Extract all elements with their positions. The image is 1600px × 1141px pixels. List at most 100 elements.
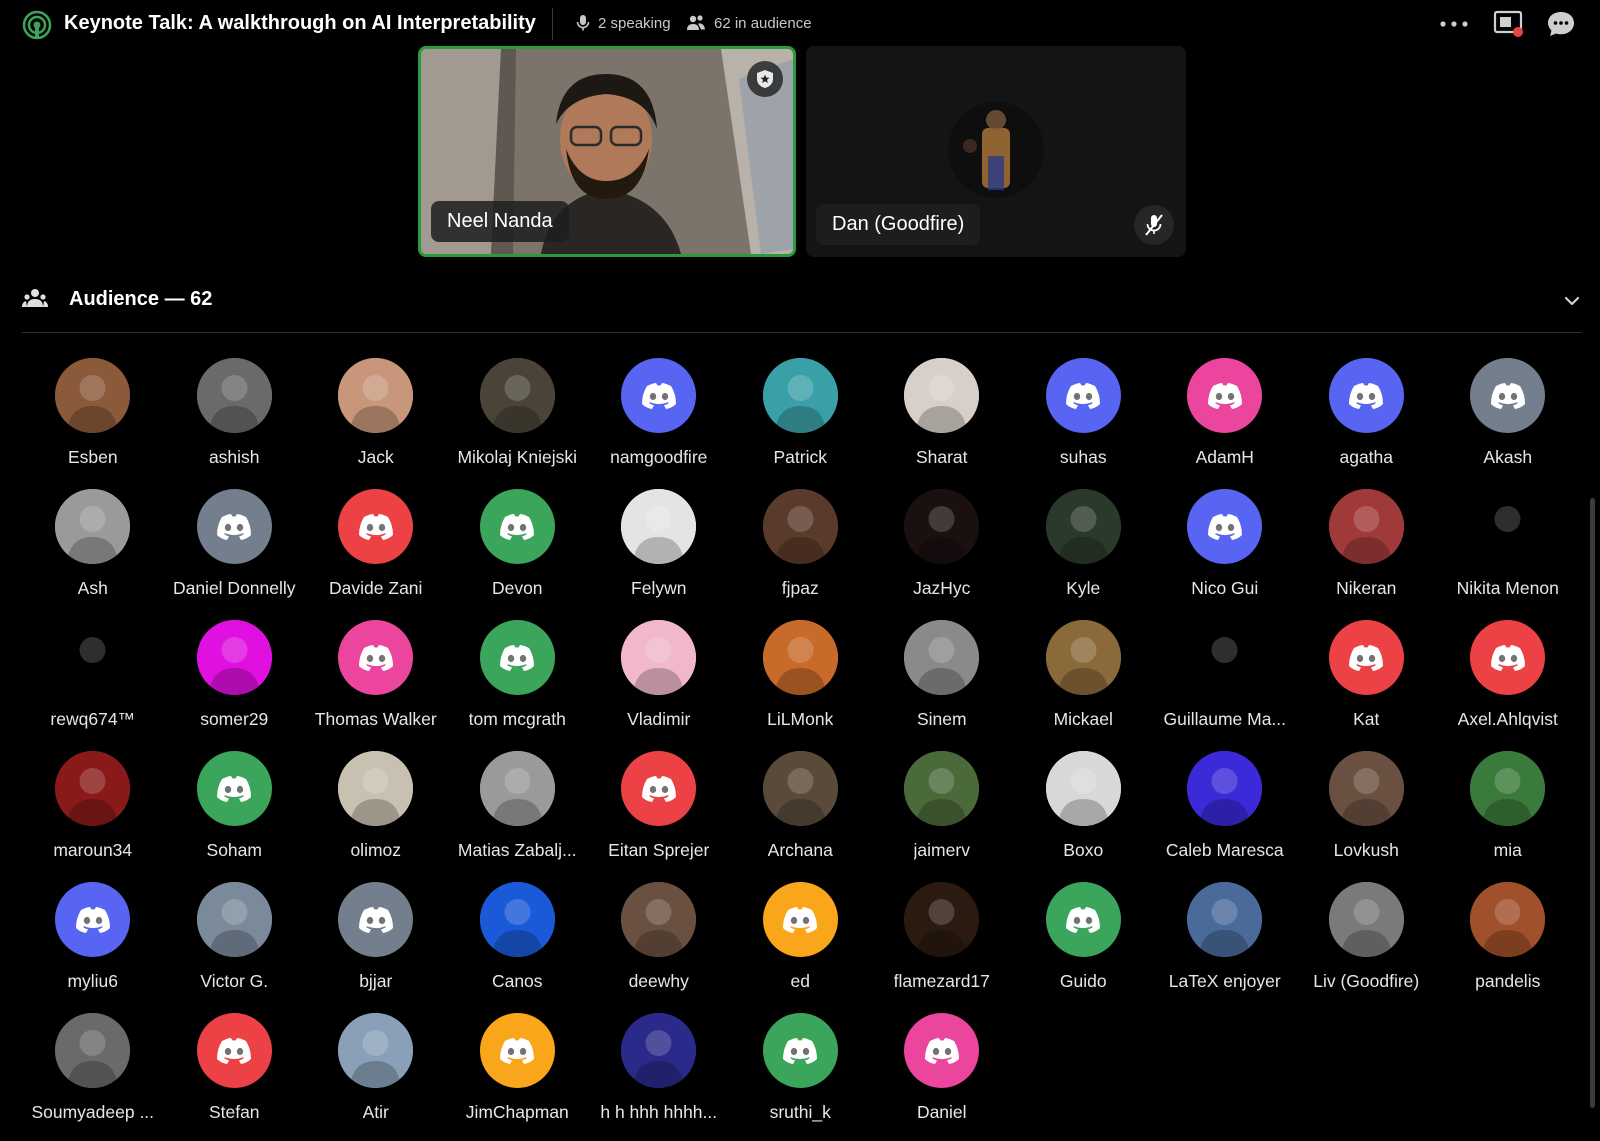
audience-member[interactable]: Daniel Donnelly [164,489,306,620]
avatar[interactable] [621,751,697,826]
avatar[interactable] [479,751,555,826]
avatar[interactable] [762,620,838,695]
avatar[interactable] [621,620,697,695]
speaker-tile-neel[interactable]: Neel Nanda [418,46,796,257]
audience-member[interactable]: Sharat [871,358,1013,489]
avatar[interactable] [621,1013,697,1088]
avatar[interactable] [196,751,272,826]
audience-member[interactable]: Victor G. [164,882,306,1013]
audience-member[interactable]: Sinem [871,620,1013,751]
avatar[interactable] [762,882,838,957]
avatar[interactable] [621,358,697,433]
avatar[interactable] [55,358,131,433]
avatar[interactable] [1045,489,1121,564]
avatar[interactable] [904,1013,980,1088]
avatar[interactable] [1187,358,1263,433]
audience-header[interactable]: Audience — 62 [22,283,1582,319]
avatar[interactable] [621,882,697,957]
audience-member[interactable]: rewq674™ [22,620,164,751]
audience-member[interactable]: Lovkush [1296,751,1438,882]
audience-member[interactable]: Esben [22,358,164,489]
avatar[interactable] [762,751,838,826]
avatar[interactable] [196,1013,272,1088]
avatar[interactable] [1187,882,1263,957]
avatar[interactable] [1187,489,1263,564]
avatar[interactable] [762,358,838,433]
audience-member[interactable]: Jack [305,358,447,489]
avatar[interactable] [904,882,980,957]
audience-member[interactable]: tom mcgrath [447,620,589,751]
avatar[interactable] [762,1013,838,1088]
audience-member[interactable]: jaimerv [871,751,1013,882]
avatar[interactable] [196,882,272,957]
chat-button[interactable] [1544,8,1578,40]
avatar[interactable] [1045,620,1121,695]
avatar[interactable] [904,358,980,433]
audience-member[interactable]: Guido [1013,882,1155,1013]
audience-member[interactable]: Boxo [1013,751,1155,882]
audience-member[interactable]: Canos [447,882,589,1013]
avatar[interactable] [1328,358,1404,433]
audience-member[interactable]: Patrick [730,358,872,489]
audience-member[interactable]: Mikolaj Kniejski [447,358,589,489]
avatar[interactable] [338,620,414,695]
audience-member[interactable]: AdamH [1154,358,1296,489]
avatar[interactable] [338,751,414,826]
audience-member[interactable]: mia [1437,751,1579,882]
audience-member[interactable]: Nikeran [1296,489,1438,620]
audience-member[interactable]: ashish [164,358,306,489]
avatar[interactable] [338,1013,414,1088]
audience-member[interactable]: LaTeX enjoyer [1154,882,1296,1013]
avatar[interactable] [55,1013,131,1088]
audience-member[interactable]: Felywn [588,489,730,620]
avatar[interactable] [1328,751,1404,826]
audience-member[interactable]: Ash [22,489,164,620]
avatar[interactable] [621,489,697,564]
avatar[interactable] [196,358,272,433]
avatar[interactable] [1045,751,1121,826]
audience-member[interactable]: JimChapman [447,1013,589,1141]
avatar[interactable] [762,489,838,564]
audience-member[interactable]: Daniel [871,1013,1013,1141]
avatar[interactable] [1328,489,1404,564]
audience-member[interactable]: fjpaz [730,489,872,620]
audience-member[interactable]: Soham [164,751,306,882]
avatar[interactable] [338,882,414,957]
audience-member[interactable]: Eitan Sprejer [588,751,730,882]
audience-member[interactable]: Mickael [1013,620,1155,751]
scrollbar[interactable] [1590,498,1595,1108]
avatar[interactable] [904,620,980,695]
avatar[interactable] [1328,620,1404,695]
screen-share-button[interactable] [1492,8,1526,40]
audience-member[interactable]: pandelis [1437,882,1579,1013]
audience-member[interactable]: olimoz [305,751,447,882]
avatar[interactable] [1045,882,1121,957]
audience-member[interactable]: ed [730,882,872,1013]
avatar[interactable] [1470,620,1546,695]
audience-member[interactable]: Nikita Menon [1437,489,1579,620]
audience-member[interactable]: Nico Gui [1154,489,1296,620]
audience-member[interactable]: Matias Zabalj... [447,751,589,882]
speaker-tile-dan[interactable]: Dan (Goodfire) [806,46,1186,257]
avatar[interactable] [1187,620,1263,695]
avatar[interactable] [55,751,131,826]
audience-member[interactable]: Kat [1296,620,1438,751]
audience-member[interactable]: Caleb Maresca [1154,751,1296,882]
audience-member[interactable]: Devon [447,489,589,620]
audience-member[interactable]: namgoodfire [588,358,730,489]
audience-member[interactable]: myliu6 [22,882,164,1013]
audience-member[interactable]: maroun34 [22,751,164,882]
avatar[interactable] [904,489,980,564]
audience-member[interactable]: deewhy [588,882,730,1013]
audience-member[interactable]: Axel.Ahlqvist [1437,620,1579,751]
audience-member[interactable]: h h hhh hhhh... [588,1013,730,1141]
audience-member[interactable]: suhas [1013,358,1155,489]
audience-member[interactable]: Akash [1437,358,1579,489]
chevron-down-icon[interactable] [1562,291,1582,311]
audience-member[interactable]: Kyle [1013,489,1155,620]
avatar[interactable] [55,620,131,695]
audience-member[interactable]: Archana [730,751,872,882]
audience-member[interactable]: Atir [305,1013,447,1141]
avatar[interactable] [1045,358,1121,433]
audience-member[interactable]: somer29 [164,620,306,751]
